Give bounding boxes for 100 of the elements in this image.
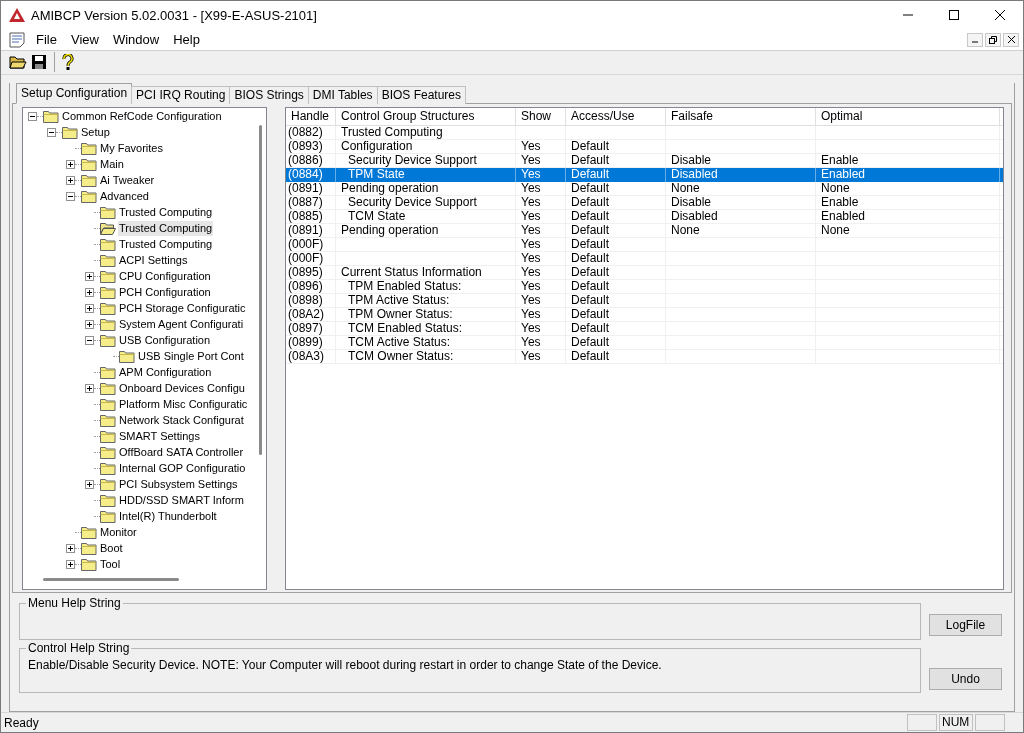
table-cell: Default <box>571 138 610 153</box>
column-header[interactable]: Access/Use <box>566 107 666 125</box>
document-icon[interactable] <box>9 31 25 48</box>
table-cell: (08A3) <box>288 348 325 363</box>
tree-item[interactable]: USB Single Port Cont <box>137 349 245 365</box>
tree-item[interactable]: Common RefCode Configuration <box>61 109 223 125</box>
column-header[interactable]: Control Group Structures <box>336 107 516 125</box>
table-cell: Disabled <box>671 166 718 181</box>
column-header[interactable]: Failsafe <box>666 107 816 125</box>
tree-item[interactable]: My Favorites <box>99 141 164 157</box>
horizontal-scrollbar[interactable] <box>43 577 179 581</box>
table-cell: Default <box>571 348 610 363</box>
table-cell: Default <box>571 194 610 209</box>
tree-item[interactable]: APM Configuration <box>118 365 213 381</box>
button[interactable]: Undo <box>929 667 1002 690</box>
child-close-button[interactable] <box>1003 32 1019 47</box>
tree-item[interactable]: Internal GOP Configuratio <box>118 461 247 477</box>
open-folder-icon[interactable] <box>9 54 27 71</box>
tab[interactable]: PCI IRQ Routing <box>131 85 231 104</box>
tree-item[interactable]: Onboard Devices Configu <box>118 381 246 397</box>
expander-minus-icon[interactable] <box>66 192 75 202</box>
expander-plus-icon[interactable] <box>85 304 94 314</box>
column-header[interactable]: Handle <box>286 107 336 125</box>
tree-item[interactable]: Setup <box>80 125 111 141</box>
tree-item[interactable]: USB Configuration <box>118 333 212 349</box>
table-cell: Yes <box>521 250 541 265</box>
expander-minus-icon[interactable] <box>28 112 37 122</box>
tree-item[interactable]: Boot <box>99 541 124 557</box>
vertical-scrollbar[interactable] <box>259 124 262 455</box>
menu-item[interactable]: Help <box>166 30 207 49</box>
tree-item[interactable]: PCH Storage Configuratic <box>118 301 247 317</box>
folder-icon <box>81 158 97 172</box>
table-cell: (0887) <box>288 194 323 209</box>
tree-item[interactable]: PCH Configuration <box>118 285 212 301</box>
table-cell: Yes <box>521 152 541 167</box>
tree-item[interactable]: Main <box>99 157 125 173</box>
tree-item[interactable]: OffBoard SATA Controller <box>118 445 245 461</box>
expander-plus-icon[interactable] <box>85 384 94 394</box>
tab[interactable]: DMI Tables <box>307 85 378 104</box>
help-icon[interactable] <box>62 54 74 71</box>
expander-plus-icon[interactable] <box>66 544 75 554</box>
table-cell: Enable <box>821 194 859 209</box>
table-cell: Configuration <box>341 138 413 153</box>
expander-plus-icon[interactable] <box>66 160 75 170</box>
expander-plus-icon[interactable] <box>66 176 75 186</box>
tab[interactable]: Setup Configuration <box>16 82 133 104</box>
table-cell: Yes <box>521 222 541 237</box>
table-cell: Default <box>571 320 610 335</box>
folder-icon <box>81 142 97 156</box>
tree-item[interactable]: Trusted Computing <box>118 221 214 237</box>
expander-plus-icon[interactable] <box>85 288 94 298</box>
tree-item[interactable]: Intel(R) Thunderbolt <box>118 509 218 525</box>
num-indicator: NUM <box>939 714 973 731</box>
child-restore-button[interactable] <box>985 32 1001 47</box>
tree-item[interactable]: Trusted Computing <box>118 205 214 221</box>
expander-minus-icon[interactable] <box>47 128 56 138</box>
expander-plus-icon[interactable] <box>85 480 94 490</box>
tree-item[interactable]: ACPI Settings <box>118 253 189 269</box>
expander-plus-icon[interactable] <box>66 560 75 570</box>
folder-icon <box>43 110 59 124</box>
table-cell: Yes <box>521 334 541 349</box>
tree-item[interactable]: System Agent Configurati <box>118 317 245 333</box>
tree-item[interactable]: Platform Misc Configuratic <box>118 397 249 413</box>
tree-item[interactable]: Network Stack Configurat <box>118 413 245 429</box>
child-minimize-button[interactable] <box>967 32 983 47</box>
table-cell: (0896) <box>288 278 323 293</box>
table-cell: Disable <box>671 194 712 209</box>
button[interactable]: LogFile <box>929 613 1002 636</box>
tree-item[interactable]: Trusted Computing <box>118 237 214 253</box>
menu-item[interactable]: Window <box>105 30 167 49</box>
column-header[interactable]: Show <box>516 107 566 125</box>
folder-icon <box>100 478 116 492</box>
table-cell: TPM Owner Status: <box>348 306 453 321</box>
menu-item[interactable]: File <box>29 30 64 49</box>
folder-icon <box>100 206 116 220</box>
tree-item[interactable]: PCI Subsystem Settings <box>118 477 239 493</box>
table-cell: (0891) <box>288 222 323 237</box>
tree-item[interactable]: Monitor <box>99 525 138 541</box>
table-cell: Default <box>571 166 610 181</box>
expander-minus-icon[interactable] <box>85 336 94 346</box>
tree-item[interactable]: CPU Configuration <box>118 269 212 285</box>
tree-item[interactable]: HDD/SSD SMART Inform <box>118 493 245 509</box>
expander-plus-icon[interactable] <box>85 272 94 282</box>
column-header[interactable]: Optimal <box>816 107 1000 125</box>
tree-item[interactable]: Tool <box>99 557 122 573</box>
tab[interactable]: BIOS Features <box>376 85 466 104</box>
table-cell: (08A2) <box>288 306 325 321</box>
table-cell: (0884) <box>288 166 323 181</box>
restore-icon <box>989 35 997 44</box>
expander-plus-icon[interactable] <box>85 320 94 330</box>
tree-item[interactable]: Advanced <box>99 189 150 205</box>
table-cell: (0897) <box>288 320 323 335</box>
tree-item[interactable]: Ai Tweaker <box>99 173 156 189</box>
table-cell: (000F) <box>288 236 324 251</box>
tree-item[interactable]: SMART Settings <box>118 429 201 445</box>
table-cell: (0893) <box>288 138 323 153</box>
tab[interactable]: BIOS Strings <box>229 85 309 104</box>
folder-icon <box>100 366 116 380</box>
menu-item[interactable]: View <box>63 30 106 49</box>
table-cell: Default <box>571 250 610 265</box>
